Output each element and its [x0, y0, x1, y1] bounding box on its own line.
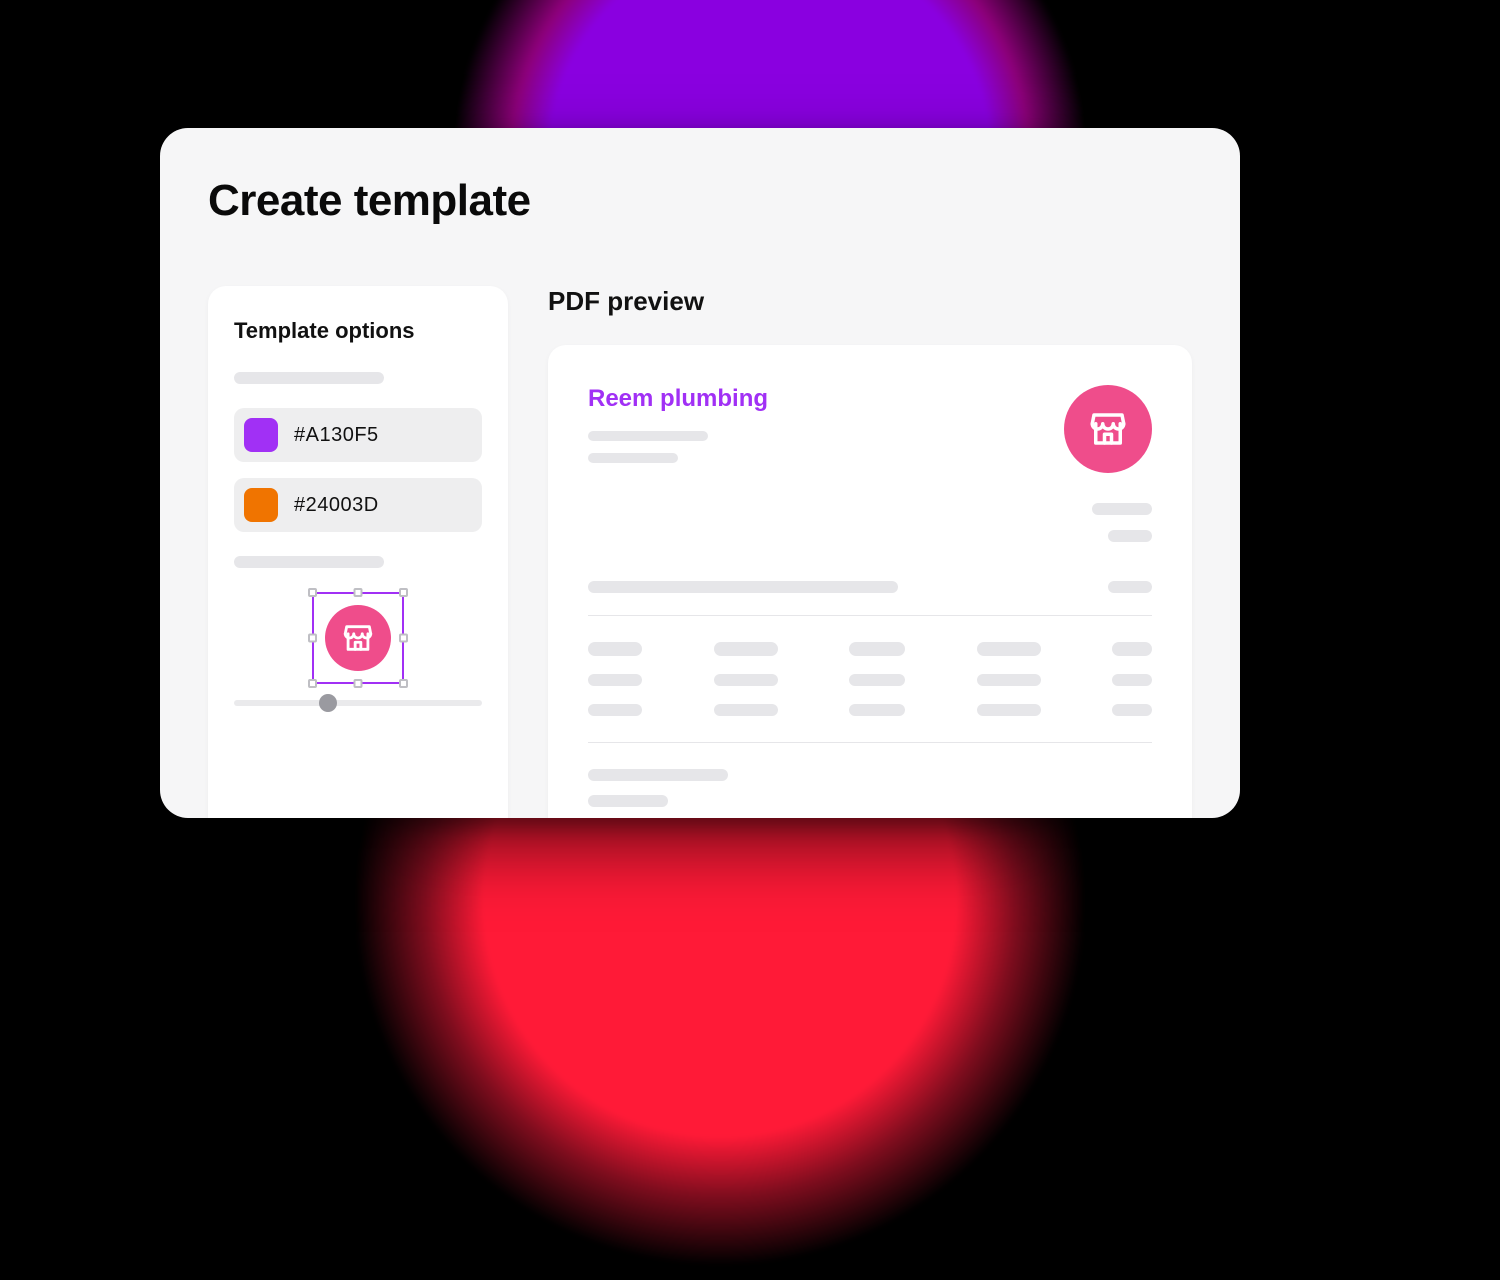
company-logo: [1064, 385, 1152, 473]
line-items-placeholder: [588, 642, 1152, 716]
resize-handle[interactable]: [399, 634, 408, 643]
template-options-panel: Template options #A130F5 #24003D: [208, 286, 508, 818]
placeholder-line: [234, 556, 384, 568]
resize-handle[interactable]: [354, 679, 363, 688]
template-options-heading: Template options: [234, 318, 482, 344]
preview-heading: PDF preview: [548, 286, 1192, 317]
pdf-preview-document: Reem plumbing: [548, 345, 1192, 818]
store-icon: [341, 621, 375, 655]
logo-crop-frame[interactable]: [312, 592, 404, 684]
invoice-footer-placeholder: [588, 769, 1152, 807]
primary-color-hex: #A130F5: [294, 424, 379, 447]
page-title: Create template: [208, 176, 1192, 226]
slider-thumb[interactable]: [319, 694, 337, 712]
store-icon: [1087, 408, 1129, 450]
divider: [588, 742, 1152, 743]
divider: [588, 615, 1152, 616]
logo-size-slider[interactable]: [234, 700, 482, 706]
resize-handle[interactable]: [399, 679, 408, 688]
primary-color-picker[interactable]: #A130F5: [234, 408, 482, 462]
preview-section: PDF preview Reem plumbing: [548, 286, 1192, 818]
invoice-meta-placeholder: [588, 503, 1152, 557]
resize-handle[interactable]: [308, 634, 317, 643]
resize-handle[interactable]: [308, 588, 317, 597]
primary-color-swatch: [244, 418, 278, 452]
placeholder-line: [234, 372, 384, 384]
logo-preview: [325, 605, 391, 671]
resize-handle[interactable]: [354, 588, 363, 597]
company-address-placeholder: [588, 431, 768, 463]
secondary-color-picker[interactable]: #24003D: [234, 478, 482, 532]
company-name: Reem plumbing: [588, 385, 768, 413]
resize-handle[interactable]: [399, 588, 408, 597]
template-editor-card: Create template Template options #A130F5…: [160, 128, 1240, 818]
resize-handle[interactable]: [308, 679, 317, 688]
secondary-color-hex: #24003D: [294, 494, 379, 517]
secondary-color-swatch: [244, 488, 278, 522]
invoice-subhead-placeholder: [588, 581, 1152, 593]
